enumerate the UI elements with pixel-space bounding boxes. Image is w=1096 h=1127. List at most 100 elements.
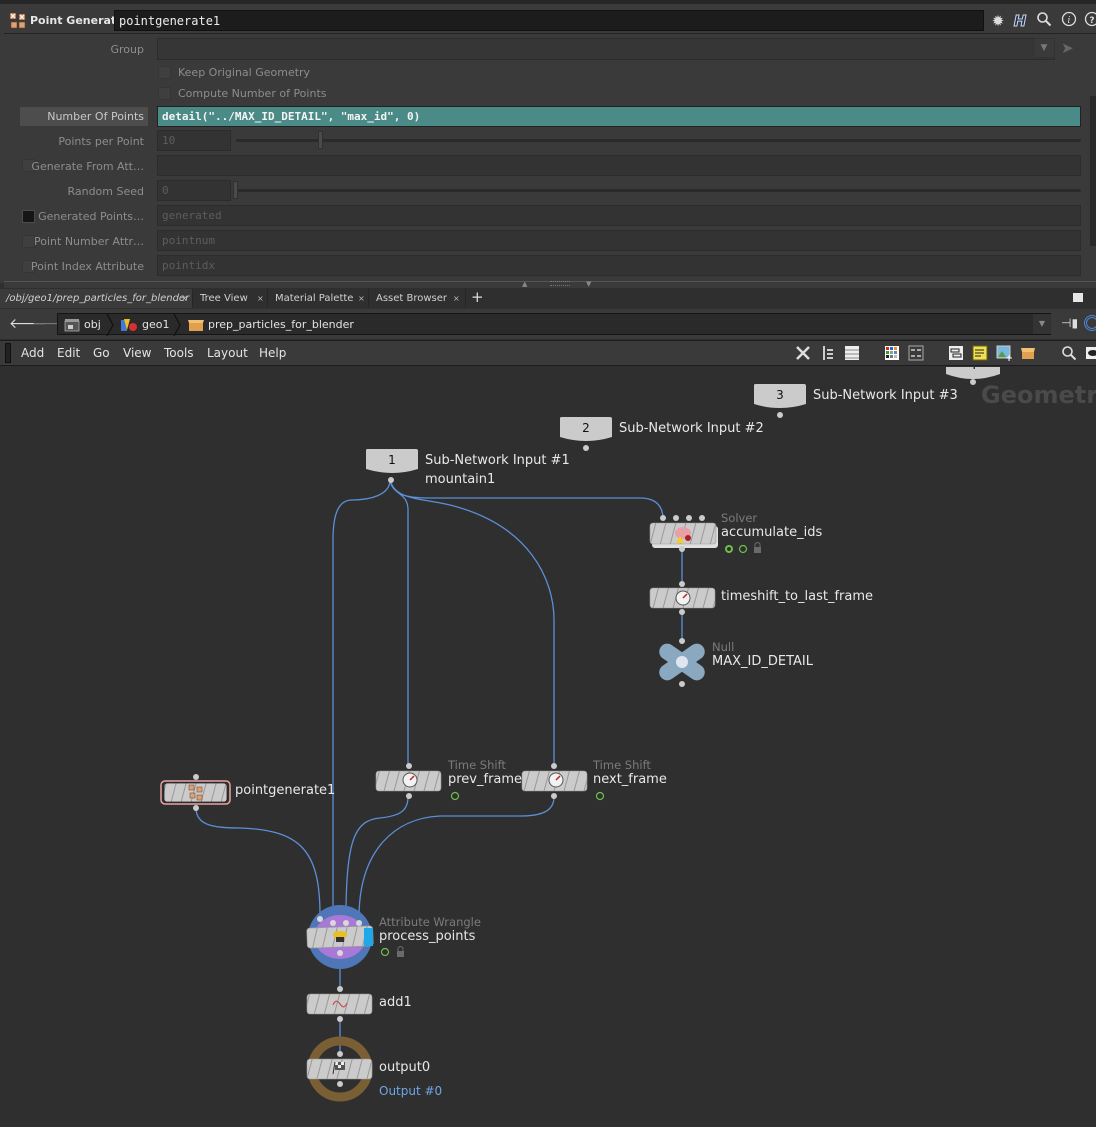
context-watermark: Geometry bbox=[981, 381, 1096, 409]
point-number-attr-label: Point Number Attr… bbox=[34, 235, 144, 248]
tab-material-palette[interactable]: Material Palette × bbox=[269, 289, 369, 308]
max-id-detail-label: MAX_ID_DETAIL bbox=[712, 654, 813, 669]
pin-icon[interactable]: ⊣▮ bbox=[1061, 316, 1078, 330]
menu-layout[interactable]: Layout bbox=[207, 346, 248, 360]
subnet-input-3-number: 3 bbox=[776, 388, 784, 402]
node-prev-frame[interactable] bbox=[375, 763, 460, 801]
node-pointgenerate1[interactable] bbox=[160, 774, 231, 811]
sticky-note-icon[interactable] bbox=[972, 345, 988, 361]
network-menu-bar: Add Edit Go View Tools Layout Help + bbox=[0, 340, 1096, 366]
network-path-field[interactable]: obj geo1 prep_particles_for_blender ▼ bbox=[57, 313, 1051, 336]
tab-asset-browser[interactable]: Asset Browser × bbox=[370, 289, 466, 308]
accumulate-ids-label: accumulate_ids bbox=[721, 525, 823, 540]
menu-view[interactable]: View bbox=[123, 346, 151, 360]
tab-label: Tree View bbox=[200, 293, 248, 304]
tab-close-icon[interactable]: × bbox=[257, 289, 264, 308]
points-per-point-slider-handle[interactable] bbox=[318, 131, 323, 149]
link-icon[interactable] bbox=[1084, 315, 1096, 331]
network-editor[interactable]: Geometry 4 Sub-Network I 3 Sub-Network I… bbox=[0, 367, 1096, 1127]
visibility-eye-icon[interactable] bbox=[1085, 345, 1096, 361]
houdini-help-icon[interactable]: H bbox=[1010, 11, 1030, 31]
zoom-icon[interactable] bbox=[1061, 345, 1077, 361]
tab-label: /obj/geo1/prep_particles_for_blender bbox=[6, 293, 190, 304]
tools-wrench-icon[interactable] bbox=[795, 345, 811, 361]
color-palette-icon[interactable] bbox=[884, 345, 900, 361]
lock-icon bbox=[397, 951, 404, 957]
prev-frame-label: prev_frame bbox=[448, 772, 523, 787]
render-flag-icon bbox=[738, 544, 748, 554]
subnet-input-2-number: 2 bbox=[582, 421, 590, 435]
max-id-detail-type: Null bbox=[712, 640, 735, 654]
point-index-attr-field[interactable]: pointidx bbox=[157, 255, 1081, 276]
subnet-asset-icon[interactable] bbox=[1020, 345, 1036, 361]
info-icon[interactable]: i bbox=[1059, 11, 1079, 31]
process-points-label: process_points bbox=[379, 929, 476, 944]
help-icon[interactable]: ? bbox=[1082, 11, 1096, 31]
group-field[interactable] bbox=[157, 38, 1055, 60]
random-seed-slider-handle[interactable] bbox=[233, 181, 238, 199]
subnet-input-1-label: Sub-Network Input #1 bbox=[425, 453, 570, 468]
wire-next-to-process bbox=[358, 796, 555, 916]
node-name-input[interactable] bbox=[114, 10, 984, 31]
svg-text:i: i bbox=[1068, 16, 1071, 26]
tab-close-icon[interactable]: × bbox=[358, 289, 365, 308]
menu-edit[interactable]: Edit bbox=[57, 346, 80, 360]
render-flag-icon bbox=[380, 947, 390, 957]
gear-icon[interactable]: ✹ bbox=[988, 11, 1008, 31]
tab-label: Asset Browser bbox=[376, 293, 448, 304]
compute-number-checkbox[interactable] bbox=[158, 87, 171, 100]
network-box-icon[interactable] bbox=[948, 345, 964, 361]
node-type-label: Point Generate bbox=[30, 14, 124, 27]
geo-object-icon bbox=[121, 319, 137, 331]
output0-label: output0 bbox=[379, 1060, 431, 1075]
node-header: Point Generate ✹ H i ? bbox=[4, 8, 1096, 34]
accumulate-ids-type: Solver bbox=[721, 511, 758, 525]
wire-pointgen-to-process bbox=[195, 807, 321, 916]
toolbar-handle[interactable] bbox=[5, 343, 11, 363]
collapse-up-icon[interactable]: ▲ bbox=[522, 280, 527, 288]
generated-points-checkbox[interactable] bbox=[22, 210, 35, 223]
tab-close-icon[interactable]: × bbox=[181, 289, 188, 308]
keep-original-checkbox[interactable] bbox=[158, 66, 171, 79]
points-per-point-slider-track[interactable] bbox=[236, 139, 1081, 142]
node-max-id-detail[interactable] bbox=[656, 638, 708, 687]
point-number-attr-field[interactable]: pointnum bbox=[157, 230, 1081, 251]
pane-maximize-icon[interactable] bbox=[1073, 293, 1083, 302]
breadcrumb-prep-particles[interactable]: prep_particles_for_blender bbox=[208, 318, 354, 331]
tab-tree-view[interactable]: Tree View × bbox=[194, 289, 268, 308]
parameter-scrollbar[interactable] bbox=[1090, 96, 1096, 246]
path-dropdown-button[interactable]: ▼ bbox=[1033, 314, 1051, 334]
points-per-point-field[interactable]: 10 bbox=[157, 130, 231, 151]
node-add1[interactable] bbox=[306, 986, 373, 1022]
node-next-frame[interactable] bbox=[521, 763, 605, 801]
number-of-points-expression[interactable]: detail("../MAX_ID_DETAIL", "max_id", 0) bbox=[157, 106, 1081, 127]
list-view-icon[interactable] bbox=[844, 345, 860, 361]
shape-palette-icon[interactable] bbox=[908, 345, 924, 361]
menu-help[interactable]: Help bbox=[259, 346, 286, 360]
search-icon[interactable] bbox=[1034, 11, 1054, 31]
splitter-grip-icon[interactable] bbox=[550, 281, 570, 286]
node-timeshift-to-last-frame[interactable] bbox=[649, 581, 716, 615]
menu-go[interactable]: Go bbox=[93, 346, 110, 360]
compute-number-label: Compute Number of Points bbox=[178, 87, 327, 100]
collapse-down-icon[interactable]: ▼ bbox=[586, 280, 591, 288]
group-dropdown-button[interactable]: ▼ bbox=[1033, 38, 1055, 58]
random-seed-slider-track[interactable] bbox=[236, 189, 1081, 192]
subnet-input-1-sublabel: mountain1 bbox=[425, 472, 496, 487]
group-select-arrow-icon[interactable]: ➤ bbox=[1061, 39, 1074, 57]
svg-text:+: + bbox=[1005, 354, 1012, 361]
tab-close-icon[interactable]: × bbox=[453, 289, 460, 308]
wire-input1-to-prev bbox=[389, 479, 409, 765]
breadcrumb-obj[interactable]: obj bbox=[84, 318, 101, 331]
generated-points-field[interactable]: generated bbox=[157, 205, 1081, 226]
menu-tools[interactable]: Tools bbox=[164, 346, 194, 360]
tree-list-icon[interactable] bbox=[820, 345, 836, 361]
breadcrumb-geo1[interactable]: geo1 bbox=[142, 318, 169, 331]
menu-add[interactable]: Add bbox=[21, 346, 44, 360]
generate-from-attr-field[interactable] bbox=[157, 155, 1081, 176]
random-seed-field[interactable]: 0 bbox=[157, 180, 231, 201]
add-image-icon[interactable]: + bbox=[996, 345, 1012, 361]
tab-network-path[interactable]: /obj/geo1/prep_particles_for_blender × bbox=[0, 289, 193, 308]
add-tab-button[interactable]: + bbox=[471, 289, 484, 306]
wire-prev-to-process bbox=[345, 796, 409, 916]
